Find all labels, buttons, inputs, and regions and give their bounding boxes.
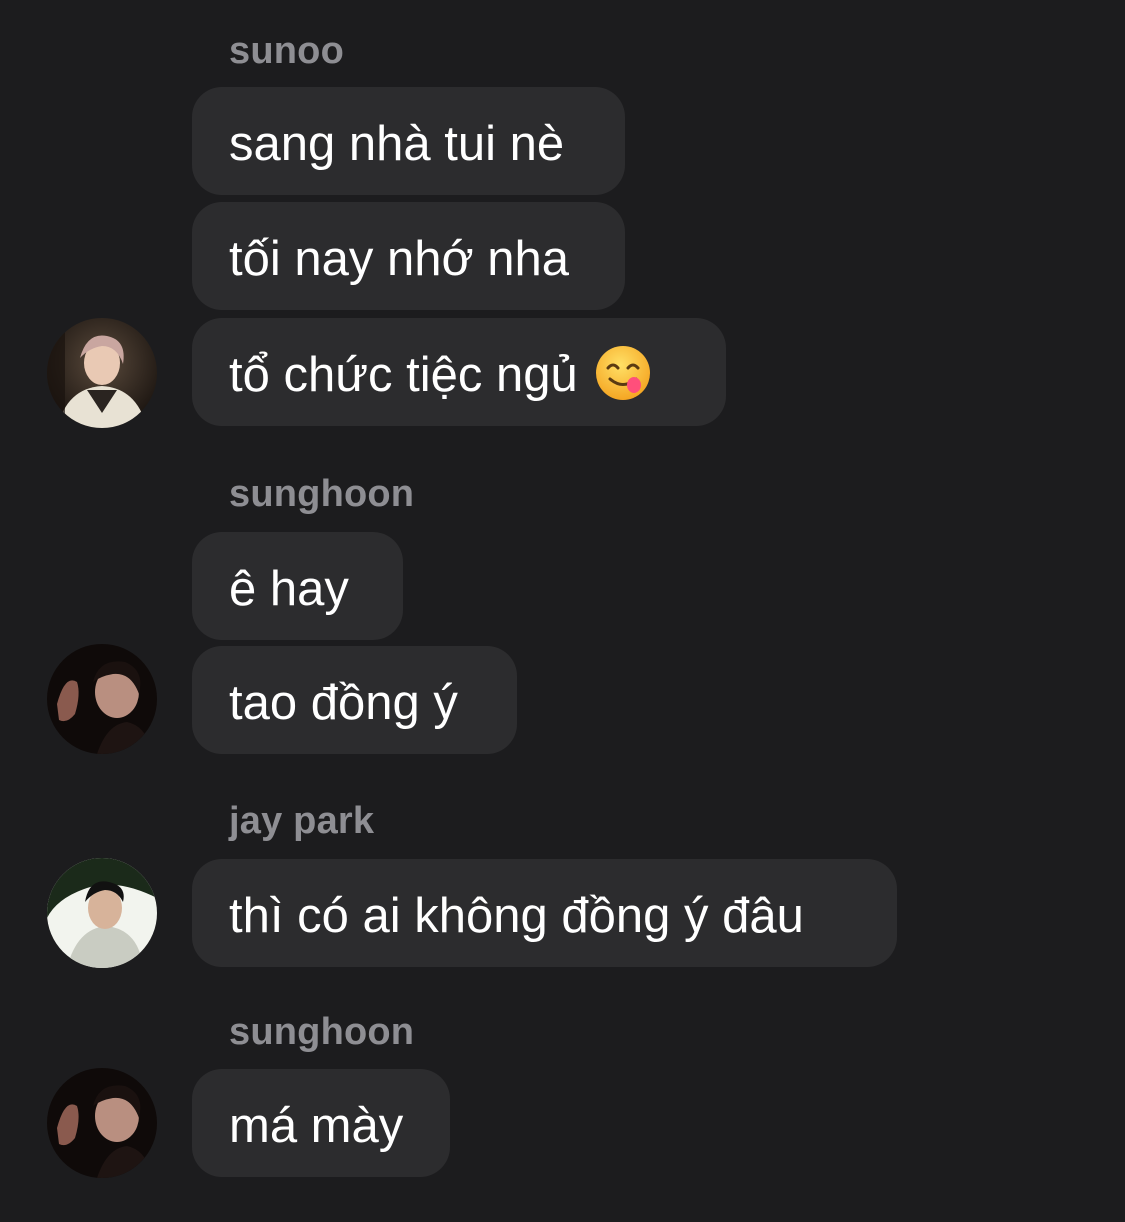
- message-bubble[interactable]: ê hay: [192, 532, 403, 640]
- message-text: tổ chức tiệc ngủ: [229, 348, 578, 403]
- message-bubble[interactable]: thì có ai không đồng ý đâu: [192, 859, 897, 967]
- message-text: sang nhà tui nè: [229, 117, 565, 172]
- message-bubble[interactable]: tối nay nhớ nha: [192, 202, 625, 310]
- sender-name-sunghoon: sunghoon: [229, 473, 415, 515]
- message-text: má mày: [229, 1099, 404, 1154]
- message-text: tao đồng ý: [229, 676, 458, 731]
- message-text: ê hay: [229, 562, 349, 617]
- message-text: thì có ai không đồng ý đâu: [229, 889, 804, 944]
- message-bubble[interactable]: tổ chức tiệc ngủ: [192, 318, 726, 426]
- sender-name-sunghoon: sunghoon: [229, 1011, 415, 1053]
- message-bubble[interactable]: tao đồng ý: [192, 646, 517, 754]
- sunghoon-avatar[interactable]: [47, 1068, 157, 1178]
- sunoo-avatar[interactable]: [47, 318, 157, 428]
- message-bubble[interactable]: sang nhà tui nè: [192, 87, 625, 195]
- face-savoring-food-emoji: [594, 344, 652, 402]
- message-text: tối nay nhớ nha: [229, 232, 569, 287]
- sender-name-jay-park: jay park: [229, 800, 375, 842]
- sender-name-sunoo: sunoo: [229, 30, 344, 72]
- jay-park-avatar[interactable]: [47, 858, 157, 968]
- message-bubble[interactable]: má mày: [192, 1069, 450, 1177]
- sunghoon-avatar[interactable]: [47, 644, 157, 754]
